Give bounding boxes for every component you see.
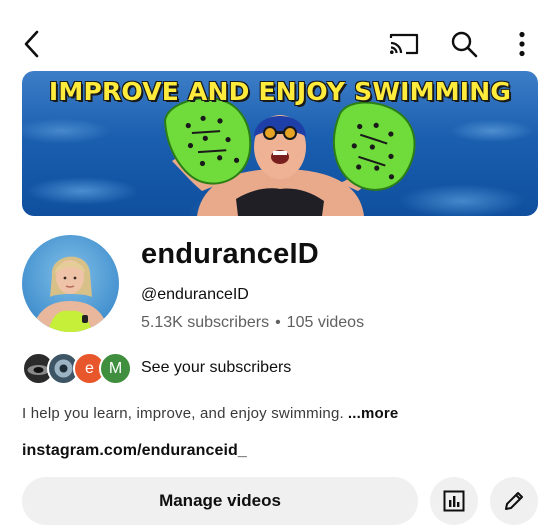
stats-separator: • [275,314,281,331]
video-count: 105 videos [286,314,365,331]
see-subscribers-link[interactable]: See your subscribers [141,359,291,377]
more-options-button[interactable] [508,24,536,64]
manage-videos-button[interactable]: Manage videos [22,477,418,525]
search-button[interactable] [444,24,484,64]
back-arrow-icon [24,30,39,58]
analytics-icon [443,490,465,512]
subscriber-avatars[interactable]: e M [22,352,132,385]
channel-description[interactable]: I help you learn, improve, and enjoy swi… [22,405,398,422]
cast-icon [389,33,419,55]
edit-pencil-icon [505,492,523,510]
top-app-bar [0,0,560,72]
channel-handle: @enduranceID [141,286,249,303]
subscriber-avatar-4: M [99,352,132,385]
description-text: I help you learn, improve, and enjoy swi… [22,405,344,422]
subscriber-count: 5.13K subscribers [141,314,270,331]
cast-button[interactable] [384,26,424,62]
subscriber-letter: M [108,359,123,377]
channel-link[interactable]: instagram.com/enduranceid_ [22,442,247,460]
search-icon [451,31,478,58]
channel-banner: IMPROVE AND ENJOY SWIMMING [22,71,538,216]
channel-stats: 5.13K subscribers • 105 videos [141,314,364,332]
analytics-button[interactable] [430,477,478,525]
more-link[interactable]: ...more [348,405,399,422]
edit-channel-button[interactable] [490,477,538,525]
more-vertical-icon [519,31,525,57]
banner-title: IMPROVE AND ENJOY SWIMMING [48,77,512,106]
subscriber-letter: e [85,359,94,377]
back-button[interactable] [14,24,50,64]
avatar-portrait [32,256,109,332]
channel-avatar[interactable] [22,235,119,332]
channel-name: enduranceID [141,238,319,270]
